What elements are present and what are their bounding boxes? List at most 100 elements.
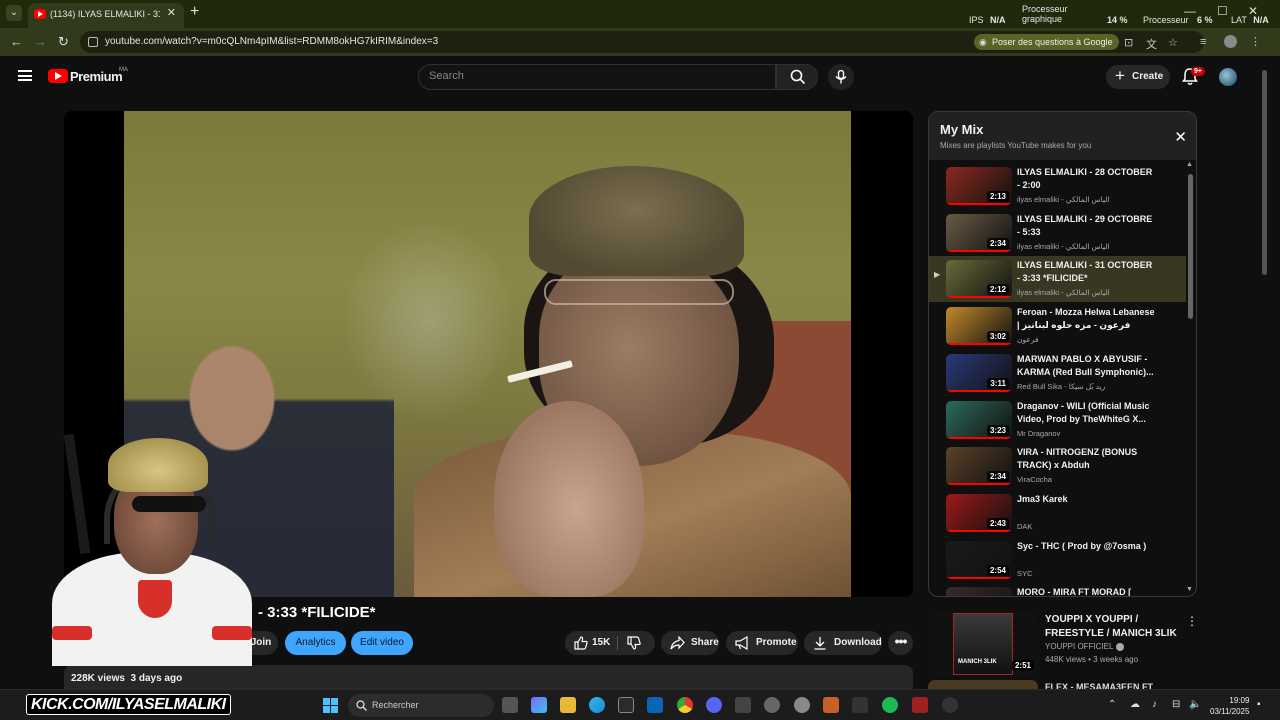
mix-thumbnail[interactable]: 2:43 — [946, 493, 1012, 532]
mix-item[interactable]: ▶ 2:12 ILYAS ELMALIKI - 31 OCTOBER - 3:33 … — [929, 256, 1186, 303]
vlc-icon[interactable] — [823, 697, 839, 713]
youtube-brand[interactable]: Premium — [70, 69, 123, 84]
url-text[interactable]: youtube.com/watch?v=m0cQLNm4pIM&list=RDM… — [105, 36, 438, 47]
mix-item-channel[interactable]: ilyas elmaliki - الياس المالكي — [1017, 195, 1110, 204]
mix-item-channel[interactable]: ViraCocha — [1017, 475, 1052, 484]
copilot-icon[interactable] — [531, 697, 547, 713]
taskbar-clock[interactable]: 19:09 03/11/2025 — [1210, 695, 1249, 717]
mix-item-title[interactable]: VIRA - NITROGENZ (BONUS TRACK) x Abduh — [1017, 446, 1157, 472]
maximize-icon[interactable]: ☐ — [1217, 4, 1228, 18]
create-button[interactable]: Create — [1106, 64, 1170, 89]
mix-item-title[interactable]: Jma3 Karek — [1017, 493, 1157, 506]
windows-start-icon[interactable] — [323, 698, 338, 713]
mix-item-title[interactable]: Draganov - WILI (Official Music Video, P… — [1017, 400, 1157, 426]
related-video-title[interactable]: YOUPPI X YOUPPI / FREESTYLE / MANICH 3LI… — [1045, 613, 1185, 641]
taskbar-search[interactable]: Rechercher — [348, 694, 494, 717]
outlook-icon[interactable] — [647, 697, 663, 713]
mix-thumbnail[interactable]: 2:34 — [946, 447, 1012, 486]
mix-thumbnail[interactable]: 3:11 — [946, 353, 1012, 392]
mix-item[interactable]: MORO - MIRA FT MORAD [ MAVERICK ] — [929, 583, 1186, 596]
tab-close-icon[interactable]: ✕ — [167, 6, 176, 19]
translate-icon[interactable]: 文 — [1146, 36, 1157, 52]
search-input[interactable] — [429, 70, 759, 82]
mix-item[interactable]: 2:54 Syc - THC ( Prod by @7osma ) SYC — [929, 537, 1186, 583]
file-explorer-icon[interactable] — [560, 697, 576, 713]
spotify-icon[interactable] — [882, 697, 898, 713]
mix-item-channel[interactable]: ilyas elmaliki - الياس المالكي — [1017, 242, 1110, 251]
reload-icon[interactable]: ↻ — [58, 34, 69, 50]
chrome-menu-icon[interactable]: ⋮ — [1250, 35, 1261, 48]
mix-item-title[interactable]: MORO - MIRA FT MORAD [ MAVERICK ] — [1017, 586, 1157, 596]
related-video-thumbnail[interactable]: MANICH 3LIK 2:51 — [928, 613, 1038, 675]
mix-thumbnail[interactable]: 3:02 — [946, 307, 1012, 346]
task-view-icon[interactable] — [502, 697, 518, 713]
mix-thumbnail[interactable]: 3:23 — [946, 400, 1012, 439]
mix-item[interactable]: 3:11 MARWAN PABLO X ABYUSIF - KARMA (Red … — [929, 350, 1186, 396]
ask-google-button[interactable]: Poser des questions à Google — [974, 34, 1119, 50]
scroll-down-arrow-icon[interactable]: ▼ — [1186, 586, 1193, 593]
thumbs-down-icon[interactable] — [627, 636, 641, 650]
account-avatar[interactable] — [1219, 68, 1237, 86]
app-icon[interactable] — [912, 697, 928, 713]
thumbs-up-icon[interactable] — [574, 636, 588, 650]
mix-thumbnail[interactable]: 2:12 — [946, 260, 1012, 299]
mix-item-channel[interactable]: SYC — [1017, 569, 1032, 578]
tray-mic-icon[interactable]: ♪ — [1152, 699, 1157, 710]
mix-item[interactable]: 3:02 Feroan - Mozza Helwa Lebanese | فرعو… — [929, 303, 1186, 349]
mix-thumbnail[interactable]: 2:34 — [946, 213, 1012, 252]
youtube-logo-icon[interactable] — [48, 69, 68, 83]
mix-item-channel[interactable]: فرعون — [1017, 335, 1039, 344]
mix-item-title[interactable]: MARWAN PABLO X ABYUSIF - KARMA (Red Bull… — [1017, 353, 1157, 379]
share-button[interactable]: Share — [661, 631, 719, 655]
related-more-icon[interactable]: ⋮ — [1186, 614, 1198, 628]
like-count[interactable]: 15K — [592, 631, 610, 655]
media-control-icon[interactable]: ≡ — [1200, 36, 1206, 48]
terminal-icon[interactable] — [852, 697, 868, 713]
menu-icon[interactable] — [18, 70, 32, 81]
mix-item-channel[interactable]: Mr Draganov — [1017, 429, 1060, 438]
tab-search-button[interactable]: ⌄ — [6, 5, 22, 21]
mix-item-title[interactable]: ILYAS ELMALIKI - 29 OCTOBRE - 5:33 — [1017, 213, 1157, 239]
scroll-up-arrow-icon[interactable]: ▲ — [1186, 161, 1193, 168]
browser-tab[interactable]: (1134) ILYAS ELMALIKI - 31 OCTOBER - 3:3… — [28, 3, 184, 28]
mix-item[interactable]: 2:43 Jma3 Karek DAK — [929, 490, 1186, 536]
tray-network-icon[interactable]: ⊟ — [1172, 699, 1180, 710]
tray-chevron-icon[interactable]: ⌃ — [1108, 699, 1116, 710]
mix-thumbnail[interactable] — [946, 587, 1012, 596]
mix-item-title[interactable]: Syc - THC ( Prod by @7osma ) — [1017, 540, 1157, 553]
notification-center-icon[interactable]: ▪ — [1257, 699, 1261, 710]
site-info-icon[interactable] — [88, 37, 98, 47]
mix-item-channel[interactable]: Red Bull Sika - ريد بُل سيكا — [1017, 382, 1105, 391]
discord-icon[interactable] — [706, 697, 722, 713]
mix-item[interactable]: 2:34 VIRA - NITROGENZ (BONUS TRACK) x Abd… — [929, 443, 1186, 489]
profile-avatar-icon[interactable] — [1224, 35, 1237, 48]
media-player-icon[interactable] — [942, 697, 958, 713]
edit-video-button[interactable]: Edit video — [351, 631, 413, 655]
new-tab-button[interactable]: + — [190, 3, 199, 21]
mix-item-title[interactable]: Feroan - Mozza Helwa Lebanese | فرعون - … — [1017, 306, 1157, 332]
mix-item-channel[interactable]: DAK — [1017, 522, 1032, 531]
edge-icon[interactable] — [589, 697, 605, 713]
store-icon[interactable] — [618, 697, 634, 713]
voice-search-button[interactable] — [828, 64, 854, 90]
install-app-icon[interactable]: ⊡ — [1124, 36, 1133, 49]
page-scrollbar[interactable] — [1262, 70, 1267, 275]
chrome-icon[interactable] — [677, 697, 693, 713]
download-button[interactable]: Download — [804, 631, 882, 655]
more-actions-icon[interactable]: ••• — [888, 631, 913, 655]
mix-thumbnail[interactable]: 2:13 — [946, 167, 1012, 205]
mix-item-channel[interactable]: ilyas elmaliki - الياس المالكي — [1017, 288, 1110, 297]
back-arrow-icon[interactable]: ← — [10, 34, 23, 49]
bookmark-star-icon[interactable]: ☆ — [1168, 36, 1178, 49]
minimize-icon[interactable]: — — [1184, 4, 1196, 18]
photos-icon[interactable] — [735, 697, 751, 713]
mix-item-title[interactable]: ILYAS ELMALIKI - 28 OCTOBER - 2:00 — [1017, 166, 1157, 192]
mix-thumbnail[interactable]: 2:54 — [946, 540, 1012, 579]
settings-gear-icon[interactable] — [794, 697, 810, 713]
address-bar[interactable]: youtube.com/watch?v=m0cQLNm4pIM&list=RDM… — [80, 31, 1204, 53]
mix-item-title[interactable]: ILYAS ELMALIKI - 31 OCTOBER - 3:33 *FILI… — [1017, 259, 1157, 285]
window-close-icon[interactable]: ✕ — [1248, 4, 1258, 18]
steam-icon[interactable] — [764, 697, 780, 713]
forward-arrow-icon[interactable]: → — [34, 34, 47, 49]
promote-button[interactable]: Promote — [726, 631, 798, 655]
